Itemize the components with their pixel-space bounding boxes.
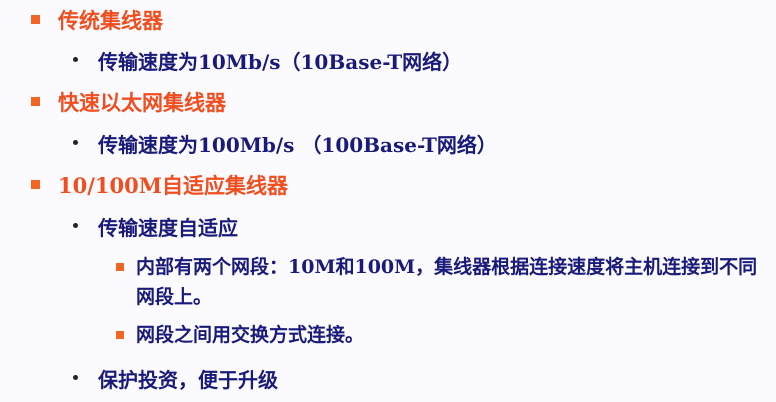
square-bullet-icon: [31, 180, 40, 189]
outline-item-3-sub-1-text: 传输速度自适应: [98, 216, 238, 240]
dot-bullet-icon: [73, 223, 78, 228]
outline-item-2-sub-1: 传输速度为100Mb/s （100Base-T网络）: [0, 127, 776, 157]
square-bullet-icon: [31, 97, 40, 106]
outline-item-1-sub-1-text: 传输速度为10Mb/s（10Base-T网络）: [98, 50, 463, 74]
outline-item-1-text: 传统集线器: [58, 8, 163, 33]
square-bullet-icon: [116, 263, 124, 271]
outline-item-2-text: 快速以太网集线器: [58, 90, 226, 115]
outline-item-1: 传统集线器: [0, 4, 776, 34]
square-bullet-icon: [116, 331, 124, 339]
outline-item-3-text: 10/100M自适应集线器: [58, 173, 288, 198]
outline-item-3-sub-1-detail-2: 网段之间用交换方式连接。: [0, 320, 776, 350]
outline-item-3-sub-1-detail-2-text: 网段之间用交换方式连接。: [136, 324, 365, 346]
outline-item-3-sub-2: 保护投资，便于升级: [0, 362, 776, 392]
square-bullet-icon: [31, 15, 40, 24]
dot-bullet-icon: [73, 140, 78, 145]
dot-bullet-icon: [73, 375, 78, 380]
dot-bullet-icon: [73, 57, 78, 62]
outline-item-2-sub-1-text: 传输速度为100Mb/s （100Base-T网络）: [98, 133, 497, 157]
outline-item-3-sub-2-text: 保护投资，便于升级: [98, 368, 278, 392]
outline-item-3-sub-1-detail-1-text: 内部有两个网段：10M和100M，集线器根据连接速度将主机连接到不同网段上。: [136, 256, 758, 308]
outline-item-1-sub-1: 传输速度为10Mb/s（10Base-T网络）: [0, 44, 776, 74]
outline-item-3: 10/100M自适应集线器: [0, 169, 776, 199]
outline-item-3-sub-1-detail-1: 内部有两个网段：10M和100M，集线器根据连接速度将主机连接到不同网段上。: [0, 252, 776, 312]
outline-item-3-sub-1: 传输速度自适应: [0, 210, 776, 240]
outline-item-2: 快速以太网集线器: [0, 86, 776, 116]
